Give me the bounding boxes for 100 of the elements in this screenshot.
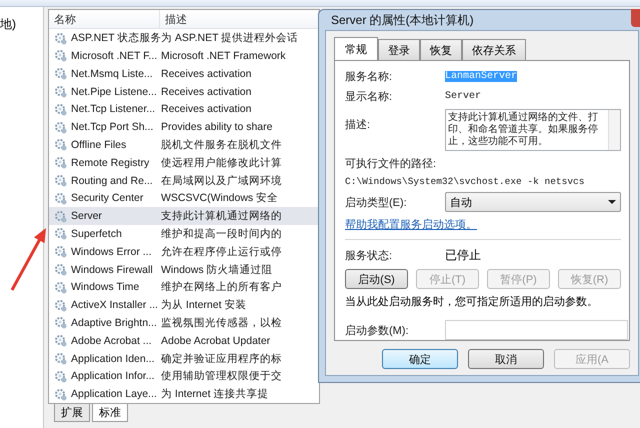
field-label: 显示名称: — [345, 90, 394, 104]
service-description: Windows 防火墙通过阻 — [161, 262, 274, 277]
service-row[interactable]: Windows Time 维护在网络上的所有客户 — [49, 278, 319, 296]
service-description: 允许在程序停止运行或停 — [161, 244, 283, 259]
service-description: Receives activation — [161, 86, 252, 98]
gear-icon — [54, 138, 67, 152]
dialog-button[interactable]: 确定 — [382, 349, 458, 369]
tab[interactable]: 依存关系 — [462, 39, 526, 61]
tab[interactable]: 登录 — [378, 39, 420, 61]
service-description: 维护在网络上的所有客户 — [161, 280, 283, 294]
service-row[interactable]: Routing and Re... 在局域网以及广域网环境 — [49, 172, 319, 190]
service-name: Application Laye... — [71, 388, 158, 400]
service-name: Net.Tcp Port Sh... — [71, 121, 154, 134]
tree-item[interactable]: 地) — [0, 17, 16, 32]
service-description: Receives activation — [161, 103, 252, 116]
gear-icon — [54, 120, 67, 134]
service-row[interactable]: Superfetch 维护和提高一段时间内的 — [49, 225, 319, 243]
service-row[interactable]: Windows Error ... 允许在程序停止运行或停 — [49, 242, 319, 261]
gear-icon — [54, 280, 67, 294]
service-name: Windows Time — [71, 281, 140, 294]
service-row[interactable]: Application Laye... 为 Internet 连接共享提 — [49, 385, 319, 403]
service-name: Superfetch — [71, 228, 123, 240]
gear-icon — [54, 85, 67, 98]
path-value: C:\Windows\System32\svchost.exe -k netsvcs — [345, 176, 584, 187]
display-name-value: Server — [445, 91, 482, 102]
scrollbar[interactable] — [608, 110, 620, 150]
service-description: Microsoft .NET Framework — [161, 50, 287, 62]
gear-icon — [54, 334, 67, 348]
service-name: Net.Pipe Listene... — [71, 86, 158, 98]
service-description: Adobe Acrobat Updater — [161, 334, 272, 347]
service-name: ActiveX Installer ... — [71, 299, 159, 312]
service-row[interactable]: Security Center WSCSVC(Windows 安全 — [49, 189, 319, 208]
gear-icon — [54, 370, 67, 383]
service-row[interactable]: Net.Tcp Listener... Receives activation — [49, 100, 319, 118]
service-description: 使用辅助管理权限便于交 — [161, 369, 283, 384]
service-description: WSCSVC(Windows 安全 — [161, 191, 280, 206]
gear-icon — [54, 227, 67, 240]
field-label: 服务名称: — [345, 70, 394, 84]
service-control-button[interactable]: 启动(S) — [345, 269, 408, 289]
service-row[interactable]: Net.Tcp Port Sh... Provides ability to share — [49, 118, 319, 136]
service-name: Windows Error ... — [71, 246, 153, 258]
hint-text: 当从此处启动服务时，您可指定所适用的启动参数。 — [345, 294, 598, 309]
gear-icon — [54, 49, 67, 62]
startup-type-dropdown[interactable]: 自动 — [445, 192, 621, 212]
service-description: 在局域网以及广域网环境 — [161, 174, 283, 188]
service-row[interactable]: Server 支持此计算机通过网络的 — [49, 207, 319, 226]
gear-icon — [54, 102, 67, 116]
gear-icon — [54, 245, 67, 258]
dialog-button[interactable]: 取消 — [468, 349, 544, 369]
service-description: Provides ability to share — [161, 121, 274, 134]
service-name: Routing and Re... — [71, 174, 154, 187]
service-name: Windows Firewall — [71, 264, 154, 276]
service-row[interactable]: Microsoft .NET F... Microsoft .NET Framework — [49, 47, 319, 65]
gear-icon — [54, 174, 67, 188]
service-description: 支持此计算机通过网络的 — [161, 209, 283, 224]
service-row[interactable]: Net.Pipe Listene... Receives activation — [49, 82, 319, 100]
service-row[interactable]: Application Infor... 使用辅助管理权限便于交 — [49, 367, 319, 386]
service-row[interactable]: Application Iden... 确定并验证应用程序的标 — [49, 350, 319, 368]
gear-icon — [54, 298, 67, 312]
gear-icon — [54, 192, 67, 205]
service-name: Application Iden... — [71, 352, 156, 364]
dialog-title: Server 的属性(本地计算机) — [331, 12, 474, 28]
service-name: Net.Tcp Listener... — [71, 103, 156, 116]
tab[interactable]: 常规 — [334, 37, 378, 61]
gear-icon — [54, 210, 67, 223]
service-name: Adobe Acrobat ... — [71, 334, 153, 347]
service-name-value: LanmanServer — [445, 71, 518, 82]
service-description: 为 ASP.NET 提供进程外会话 — [161, 31, 300, 46]
description-field[interactable]: 支持此计算机通过网络的文件、打印、和命名管道共享。如果服务停止，这些功能不可用。 — [445, 109, 621, 151]
view-tab[interactable]: 标准 — [92, 404, 128, 422]
start-parameters-field[interactable] — [445, 320, 628, 340]
view-tab[interactable]: 扩展 — [54, 404, 90, 422]
service-row[interactable]: ActiveX Installer ... 为从 Internet 安装 — [49, 296, 319, 314]
service-row[interactable]: Adaptive Brightn... 监视氛围光传感器，以检 — [49, 314, 319, 332]
help-link[interactable]: 帮助我配置服务启动选项。 — [345, 217, 477, 232]
gear-icon — [54, 263, 67, 276]
service-description: Receives activation — [161, 68, 252, 80]
field-label: 启动类型(E): — [345, 196, 408, 210]
gear-icon — [54, 388, 67, 401]
tab[interactable]: 恢复 — [420, 39, 462, 61]
service-row[interactable]: Net.Msmq Liste... Receives activation — [49, 64, 319, 83]
caret-icon — [608, 200, 616, 204]
service-row[interactable]: Offline Files 脱机文件服务在脱机文件 — [49, 136, 319, 154]
service-name: Application Infor... — [71, 370, 156, 382]
field-label: 可执行文件的路径: — [345, 156, 438, 171]
gear-icon — [54, 156, 67, 170]
service-row[interactable]: Remote Registry 使远程用户能修改此计算 — [49, 154, 319, 172]
gear-icon — [54, 67, 67, 80]
status-value: 已停止 — [445, 247, 481, 264]
column-header[interactable]: 名称 — [49, 10, 160, 28]
service-description: 脱机文件服务在脱机文件 — [161, 138, 283, 152]
service-row[interactable]: Windows Firewall Windows 防火墙通过阻 — [49, 260, 319, 278]
service-description: 使远程用户能修改此计算 — [161, 156, 283, 170]
service-description: 为 Internet 连接共享提 — [161, 387, 270, 402]
service-description: 维护和提高一段时间内的 — [161, 226, 283, 241]
field-label: 服务状态: — [345, 248, 394, 263]
service-name: Server — [71, 210, 103, 222]
service-row[interactable]: Adobe Acrobat ... Adobe Acrobat Updater — [49, 332, 319, 350]
gear-icon — [54, 32, 67, 45]
service-row[interactable]: ASP.NET 状态服务为 ASP.NET 提供进程外会话 — [49, 29, 319, 48]
